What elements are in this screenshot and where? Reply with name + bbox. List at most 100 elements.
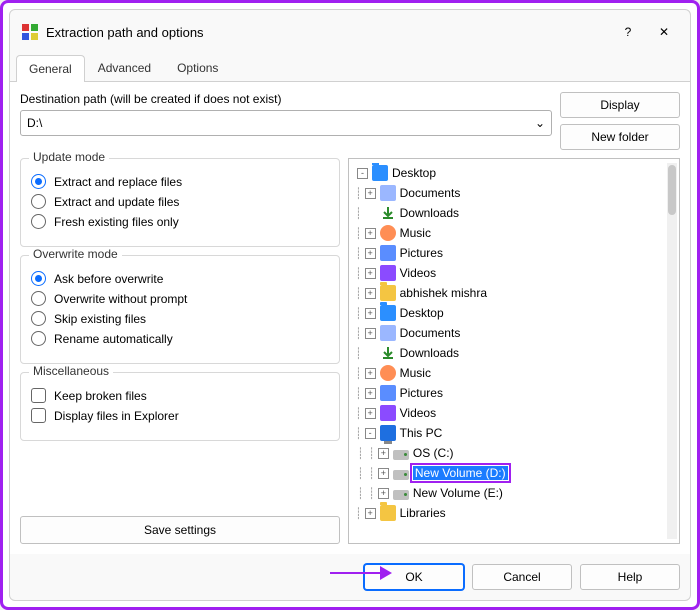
- collapse-icon[interactable]: -: [365, 428, 376, 439]
- group-legend: Overwrite mode: [29, 247, 122, 261]
- save-settings-button[interactable]: Save settings: [20, 516, 340, 544]
- tree-label: Desktop: [392, 166, 436, 180]
- music-icon: [380, 365, 396, 381]
- radio-rename-auto[interactable]: Rename automatically: [31, 331, 329, 346]
- tree-node[interactable]: ┊ +Documents: [353, 183, 665, 203]
- radio-icon: [31, 271, 46, 286]
- expand-icon[interactable]: +: [378, 468, 389, 479]
- expand-icon[interactable]: +: [365, 328, 376, 339]
- drive-icon: [393, 490, 409, 500]
- expand-icon[interactable]: +: [365, 508, 376, 519]
- radio-extract-replace[interactable]: Extract and replace files: [31, 174, 329, 189]
- expand-icon[interactable]: +: [365, 228, 376, 239]
- folder-tree[interactable]: -Desktop┊ +Documents┊ Downloads┊ +Music┊…: [348, 158, 680, 544]
- destination-label: Destination path (will be created if doe…: [20, 92, 552, 106]
- drive-icon: [393, 450, 409, 460]
- tree-node[interactable]: ┊ -This PC: [353, 423, 665, 443]
- radio-extract-update[interactable]: Extract and update files: [31, 194, 329, 209]
- tree-node[interactable]: ┊ +Pictures: [353, 383, 665, 403]
- radio-icon: [31, 311, 46, 326]
- expand-icon[interactable]: +: [365, 368, 376, 379]
- drive-icon: [393, 470, 409, 480]
- tree-spacer: [365, 348, 376, 359]
- tree-label: Documents: [400, 186, 461, 200]
- expand-icon[interactable]: +: [365, 268, 376, 279]
- expand-icon[interactable]: +: [365, 188, 376, 199]
- tree-node[interactable]: ┊ +Documents: [353, 323, 665, 343]
- expand-icon[interactable]: +: [378, 448, 389, 459]
- tree-label: Music: [400, 226, 431, 240]
- check-keep-broken[interactable]: Keep broken files: [31, 388, 329, 403]
- expand-icon[interactable]: +: [365, 288, 376, 299]
- tree-label: Pictures: [400, 246, 443, 260]
- radio-icon: [31, 174, 46, 189]
- radio-icon: [31, 291, 46, 306]
- tree-node[interactable]: ┊ +Music: [353, 223, 665, 243]
- tree-label: New Volume (D:): [413, 466, 508, 480]
- cancel-button[interactable]: Cancel: [472, 564, 572, 590]
- collapse-icon[interactable]: -: [357, 168, 368, 179]
- folder-icon: [380, 305, 396, 321]
- radio-overwrite-noprompt[interactable]: Overwrite without prompt: [31, 291, 329, 306]
- expand-icon[interactable]: +: [378, 488, 389, 499]
- tree-node[interactable]: ┊ ┊ +New Volume (D:): [353, 463, 665, 483]
- pic-icon: [380, 245, 396, 261]
- tree-label: Documents: [400, 326, 461, 340]
- expand-icon[interactable]: +: [365, 308, 376, 319]
- tree-node[interactable]: ┊ +Videos: [353, 263, 665, 283]
- tree-label: Libraries: [400, 506, 446, 520]
- help-icon[interactable]: ?: [614, 18, 642, 46]
- check-display-explorer[interactable]: Display files in Explorer: [31, 408, 329, 423]
- radio-fresh-existing[interactable]: Fresh existing files only: [31, 214, 329, 229]
- scrollbar[interactable]: [667, 163, 677, 539]
- expand-icon[interactable]: +: [365, 248, 376, 259]
- destination-combobox[interactable]: D:\ ⌄: [20, 110, 552, 136]
- tree-node[interactable]: - Desktop: [353, 163, 665, 183]
- misc-group: Miscellaneous Keep broken files Display …: [20, 372, 340, 441]
- tree-node[interactable]: ┊ ┊ +New Volume (E:): [353, 483, 665, 503]
- tree-node[interactable]: ┊ ┊ +OS (C:): [353, 443, 665, 463]
- tree-node[interactable]: ┊ Downloads: [353, 343, 665, 363]
- tree-spacer: [365, 208, 376, 219]
- doc-icon: [380, 185, 396, 201]
- tree-node[interactable]: ┊ +abhishek mishra: [353, 283, 665, 303]
- pic-icon: [380, 385, 396, 401]
- dl-icon: [380, 205, 396, 221]
- tree-node[interactable]: ┊ +Libraries: [353, 503, 665, 523]
- tab-general[interactable]: General: [16, 55, 85, 82]
- tree-node[interactable]: ┊ +Videos: [353, 403, 665, 423]
- app-icon: [22, 24, 38, 40]
- tab-bar: General Advanced Options: [10, 54, 690, 82]
- expand-icon[interactable]: +: [365, 388, 376, 399]
- checkbox-icon: [31, 388, 46, 403]
- tree-node[interactable]: ┊ Downloads: [353, 203, 665, 223]
- radio-icon: [31, 331, 46, 346]
- display-button[interactable]: Display: [560, 92, 680, 118]
- vid-icon: [380, 405, 396, 421]
- folder-icon: [372, 165, 388, 181]
- destination-value: D:\: [27, 116, 42, 130]
- tab-advanced[interactable]: Advanced: [85, 54, 164, 81]
- group-legend: Miscellaneous: [29, 364, 113, 378]
- tree-label: Downloads: [400, 206, 459, 220]
- folder-icon: [380, 505, 396, 521]
- close-icon[interactable]: ✕: [650, 18, 678, 46]
- help-button[interactable]: Help: [580, 564, 680, 590]
- dl-icon: [380, 345, 396, 361]
- radio-icon: [31, 214, 46, 229]
- tree-node[interactable]: ┊ +Pictures: [353, 243, 665, 263]
- window-title: Extraction path and options: [46, 25, 606, 40]
- radio-icon: [31, 194, 46, 209]
- radio-skip-existing[interactable]: Skip existing files: [31, 311, 329, 326]
- tree-label: OS (C:): [413, 446, 454, 460]
- tree-label: New Volume (E:): [413, 486, 503, 500]
- tab-options[interactable]: Options: [164, 54, 231, 81]
- tree-label: Videos: [400, 406, 436, 420]
- doc-icon: [380, 325, 396, 341]
- group-legend: Update mode: [29, 150, 109, 164]
- tree-node[interactable]: ┊ +Music: [353, 363, 665, 383]
- radio-ask-overwrite[interactable]: Ask before overwrite: [31, 271, 329, 286]
- tree-node[interactable]: ┊ +Desktop: [353, 303, 665, 323]
- expand-icon[interactable]: +: [365, 408, 376, 419]
- new-folder-button[interactable]: New folder: [560, 124, 680, 150]
